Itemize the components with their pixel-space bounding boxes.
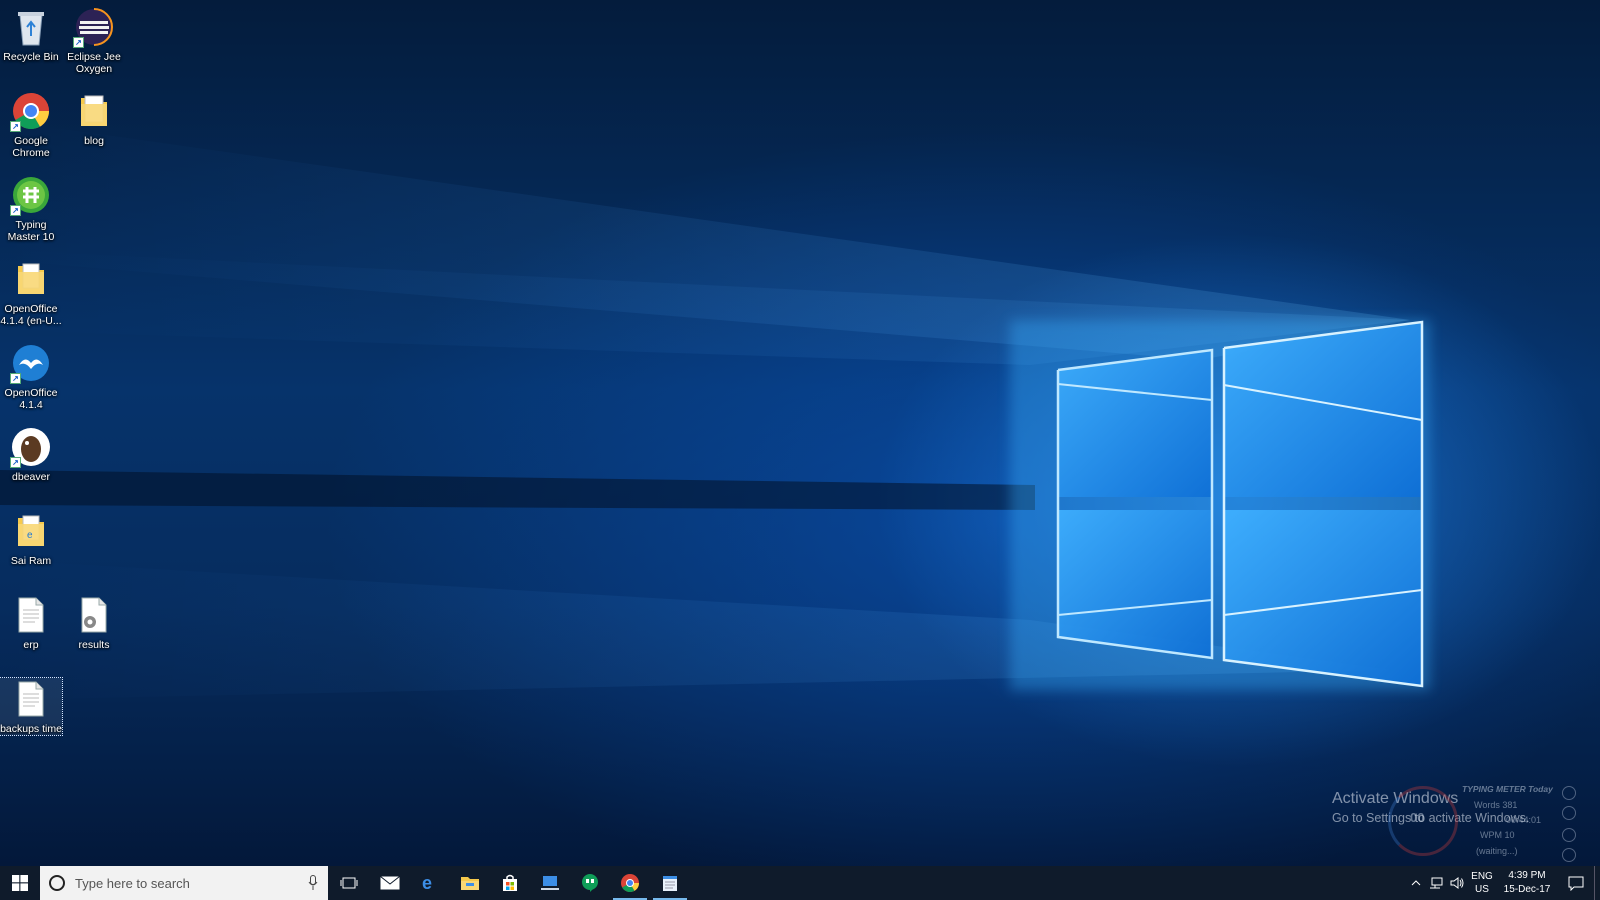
windows-logo-light bbox=[0, 120, 1430, 700]
desktop-icon-openoffice-folder[interactable]: OpenOffice 4.1.4 (en-U... bbox=[0, 258, 62, 327]
taskbar-mail[interactable] bbox=[370, 866, 410, 900]
taskbar-file-explorer[interactable] bbox=[450, 866, 490, 900]
typing-master-icon: ↗ bbox=[10, 174, 52, 216]
elapsed-time: 00:44:01 bbox=[1506, 815, 1542, 825]
text-file-icon bbox=[10, 678, 52, 720]
desktop-icon-label: OpenOffice 4.1.4 bbox=[4, 387, 58, 411]
search-placeholder: Type here to search bbox=[75, 875, 190, 891]
show-hidden-icons-button[interactable] bbox=[1406, 866, 1426, 900]
speaker-icon bbox=[1450, 877, 1464, 889]
desktop-icon-label: backups time bbox=[0, 723, 62, 735]
cortana-icon bbox=[49, 875, 65, 891]
settings-file-icon bbox=[73, 594, 115, 636]
chrome-icon bbox=[621, 874, 639, 893]
typing-meter-widget[interactable]: 00 TYPING METER Today Words 381 00:44:01… bbox=[1388, 782, 1584, 864]
desktop-icon-recycle-bin[interactable]: Recycle Bin bbox=[0, 6, 62, 63]
openoffice-icon: ↗ bbox=[10, 342, 52, 384]
chevron-up-icon bbox=[1411, 880, 1421, 886]
desktop-icon-eclipse[interactable]: ↗ Eclipse Jee Oxygen bbox=[63, 6, 125, 75]
desktop-icon-blog[interactable]: blog bbox=[63, 90, 125, 147]
desktop-icon-erp[interactable]: erp bbox=[0, 594, 62, 651]
language-code: ENG bbox=[1471, 871, 1493, 882]
clock-time: 4:39 PM bbox=[1508, 870, 1546, 881]
desktop-icon-typing-master[interactable]: ↗ Typing Master 10 bbox=[0, 174, 62, 243]
clock[interactable]: 4:39 PM 15-Dec-17 bbox=[1496, 869, 1558, 897]
network-button[interactable] bbox=[1426, 866, 1446, 900]
taskbar-remote-desktop[interactable] bbox=[530, 866, 570, 900]
show-desktop-button[interactable] bbox=[1594, 866, 1600, 900]
desktop-icon-label: Google Chrome bbox=[12, 135, 50, 159]
chrome-icon: ↗ bbox=[10, 90, 52, 132]
recycle-bin-icon bbox=[10, 6, 52, 48]
desktop-icon-backups-time[interactable]: backups time bbox=[0, 677, 63, 736]
desktop-icon-results[interactable]: results bbox=[63, 594, 125, 651]
notification-icon bbox=[1568, 876, 1584, 891]
keyboard-region: US bbox=[1475, 884, 1489, 895]
desktop-icon-label: Typing Master 10 bbox=[7, 219, 55, 243]
stats-icon[interactable] bbox=[1562, 828, 1576, 842]
wpm-value: WPM 10 bbox=[1480, 830, 1515, 840]
taskbar-chrome[interactable] bbox=[610, 866, 650, 900]
edge-icon: e bbox=[422, 874, 432, 892]
desktop-icon-google-chrome[interactable]: ↗ Google Chrome bbox=[0, 90, 62, 159]
gauge-value: 00 bbox=[1410, 810, 1425, 825]
network-icon bbox=[1430, 877, 1443, 889]
mail-icon bbox=[380, 876, 400, 890]
desktop-icon-label: OpenOffice 4.1.4 (en-U... bbox=[0, 303, 62, 327]
desktop-icon-label: dbeaver bbox=[12, 471, 50, 483]
desktop-icon-label: Sai Ram bbox=[10, 555, 52, 567]
volume-button[interactable] bbox=[1446, 866, 1468, 900]
svg-text:e: e bbox=[27, 530, 33, 541]
file-explorer-icon bbox=[461, 877, 479, 890]
hangouts-icon bbox=[582, 874, 598, 892]
desktop-icon-label: Recycle Bin bbox=[3, 51, 59, 63]
typing-meter-title: TYPING METER Today bbox=[1462, 784, 1553, 794]
system-tray: ENG US 4:39 PM 15-Dec-17 bbox=[1406, 866, 1600, 900]
clock-date: 15-Dec-17 bbox=[1503, 884, 1551, 895]
search-input[interactable]: Type here to search bbox=[40, 866, 328, 900]
text-file-icon bbox=[10, 594, 52, 636]
folder-icon: e bbox=[10, 510, 52, 552]
taskbar-store[interactable] bbox=[490, 866, 530, 900]
desktop-icon-dbeaver[interactable]: ↗ dbeaver bbox=[0, 426, 62, 483]
folder-icon bbox=[73, 90, 115, 132]
desktop-wallpaper bbox=[0, 0, 1600, 866]
start-button[interactable] bbox=[0, 866, 40, 900]
minimize-icon[interactable] bbox=[1562, 786, 1576, 800]
desktop-icon-label: results bbox=[78, 639, 110, 651]
desktop-icon-sai-ram[interactable]: e Sai Ram bbox=[0, 510, 62, 567]
taskbar-notepad[interactable] bbox=[650, 866, 690, 900]
desktop-icon-label: Eclipse Jee Oxygen bbox=[67, 51, 121, 75]
task-view-button[interactable] bbox=[328, 866, 370, 900]
microphone-icon[interactable] bbox=[308, 875, 318, 891]
more-icon[interactable] bbox=[1562, 848, 1576, 862]
taskbar-hangouts[interactable] bbox=[570, 866, 610, 900]
desktop-icon-label: blog bbox=[84, 135, 104, 147]
action-center-button[interactable] bbox=[1558, 866, 1594, 900]
desktop-icon-label: erp bbox=[23, 639, 39, 651]
waiting-status: (waiting...) bbox=[1476, 846, 1518, 856]
taskbar: Type here to search e ENG US 4:39 PM 15-… bbox=[0, 866, 1600, 900]
desktop-icon-openoffice[interactable]: ↗ OpenOffice 4.1.4 bbox=[0, 342, 62, 411]
taskbar-edge[interactable]: e bbox=[410, 866, 450, 900]
eclipse-icon: ↗ bbox=[73, 6, 115, 48]
store-icon bbox=[503, 874, 517, 891]
windows-start-icon bbox=[12, 875, 28, 891]
pause-icon[interactable] bbox=[1562, 806, 1576, 820]
dbeaver-icon: ↗ bbox=[10, 426, 52, 468]
words-count: Words 381 bbox=[1474, 800, 1518, 810]
remote-desktop-icon bbox=[541, 876, 559, 890]
folder-icon bbox=[10, 258, 52, 300]
svg-text:e: e bbox=[422, 874, 432, 892]
notepad-icon bbox=[663, 876, 677, 891]
task-view-icon bbox=[340, 877, 358, 889]
language-indicator[interactable]: ENG US bbox=[1468, 870, 1496, 896]
